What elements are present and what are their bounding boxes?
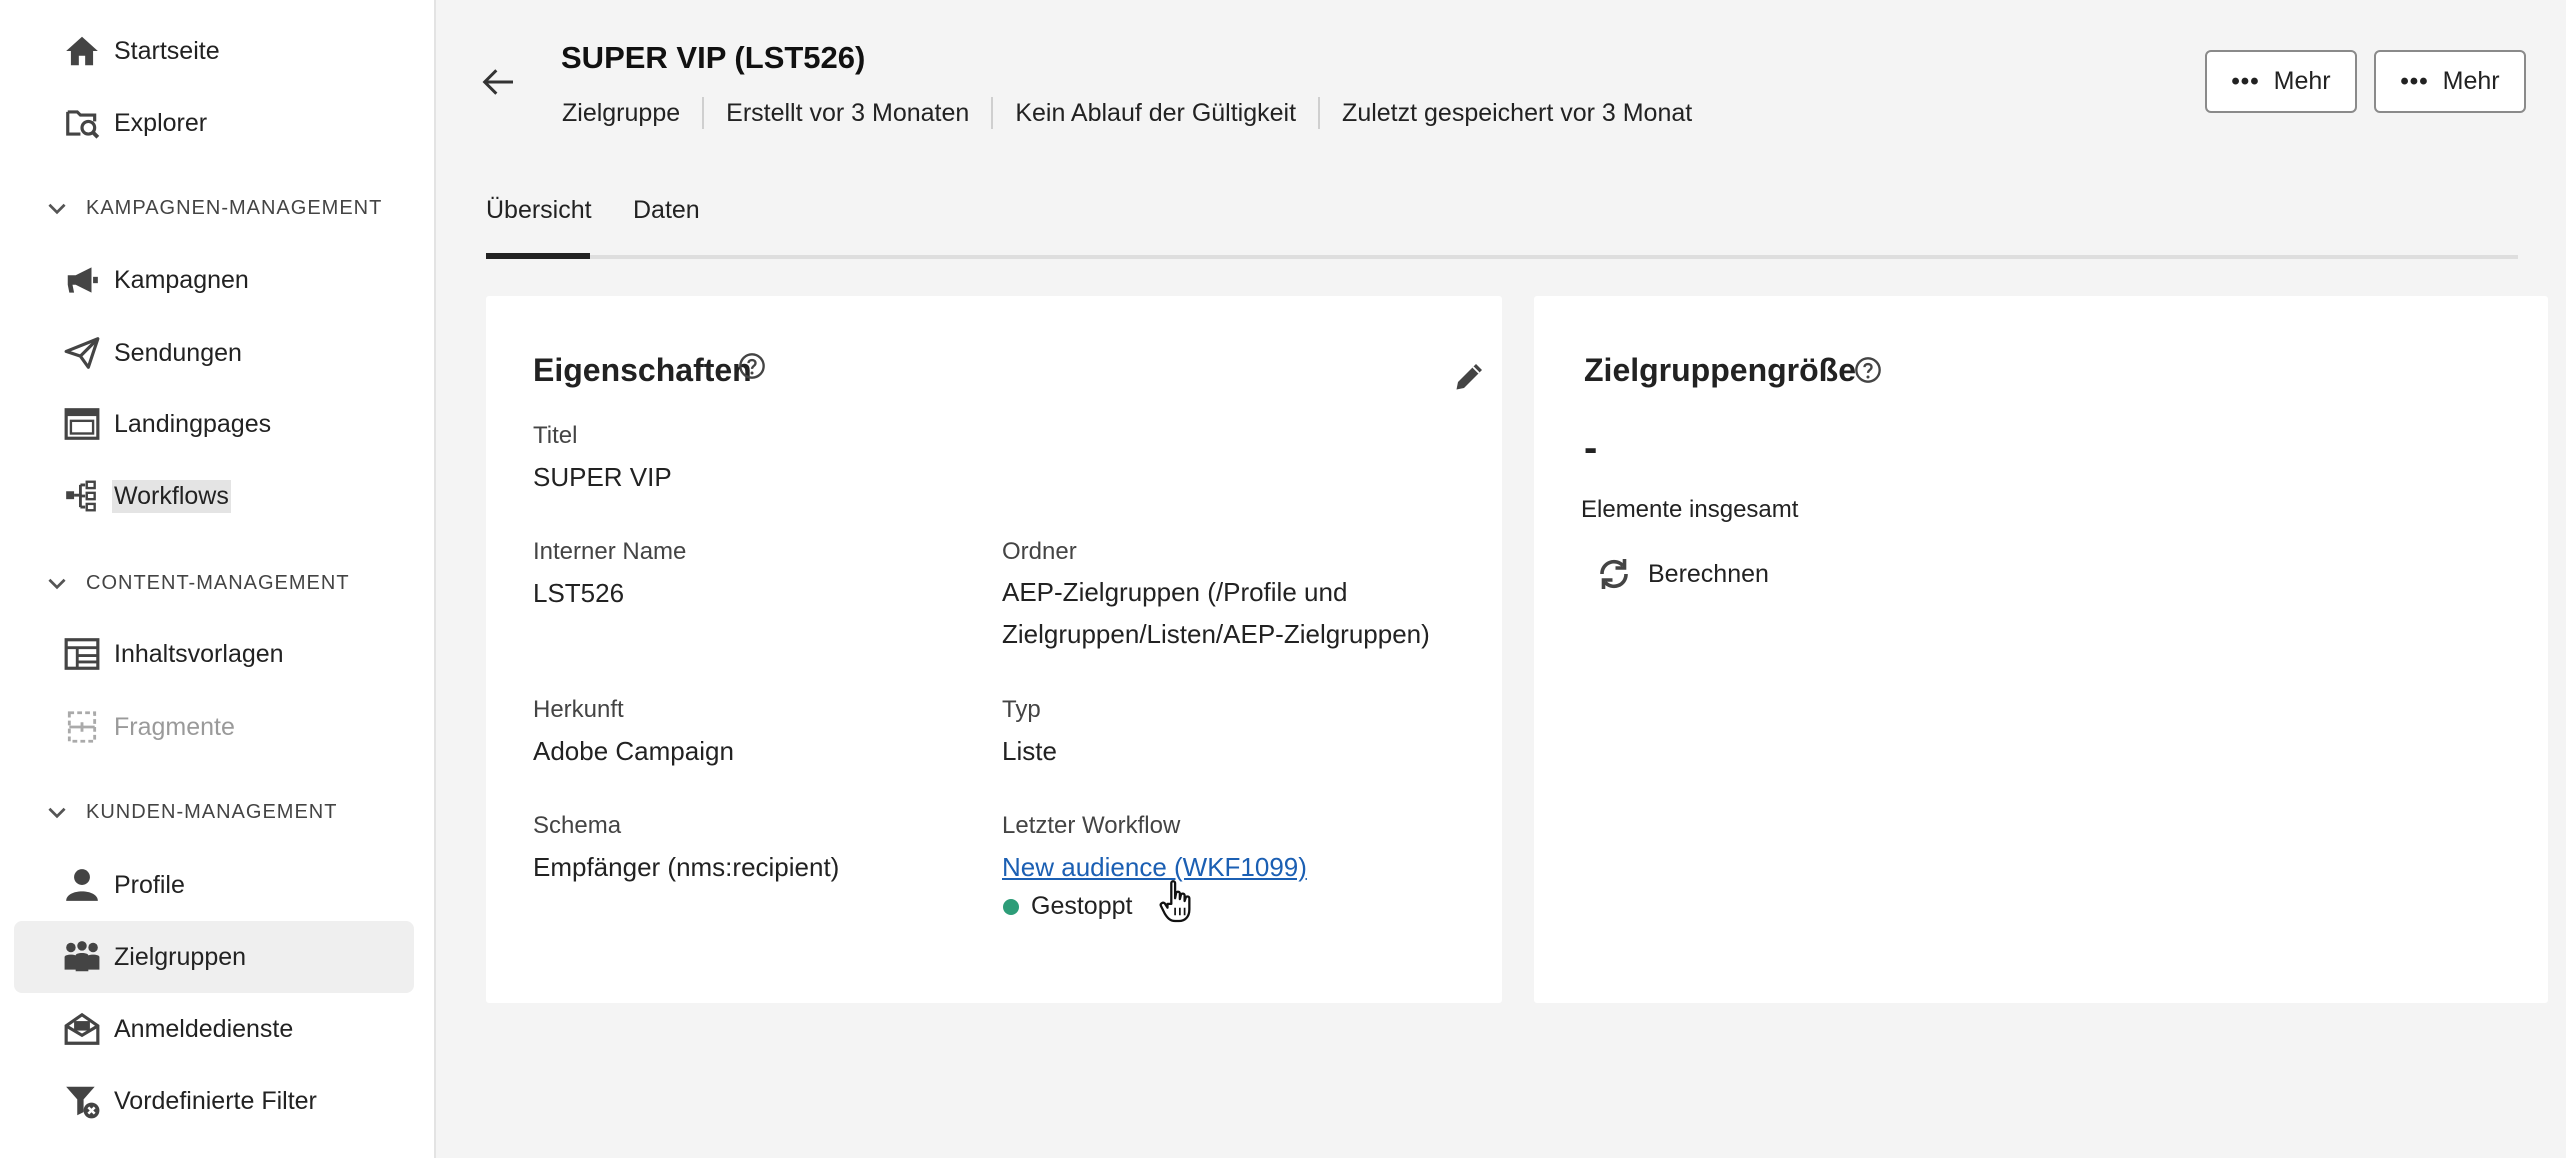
sidebar-item-label: Workflows bbox=[112, 479, 231, 513]
meta-type: Zielgruppe bbox=[562, 98, 681, 127]
paper-plane-icon bbox=[62, 333, 102, 373]
field-value-schema: Empfänger (nms:recipient) bbox=[533, 852, 840, 882]
sidebar-item-label: Sendungen bbox=[114, 338, 242, 367]
section-kampagnen-management[interactable]: KAMPAGNEN-MANAGEMENT bbox=[44, 188, 382, 228]
sidebar-item-explorer[interactable]: Explorer bbox=[14, 87, 414, 159]
tab-daten[interactable]: Daten bbox=[633, 196, 700, 225]
sidebar-item-landingpages[interactable]: Landingpages bbox=[14, 388, 414, 460]
meta-divider bbox=[991, 97, 994, 129]
tabs-divider bbox=[486, 255, 2518, 259]
more-button-label: Mehr bbox=[2442, 67, 2500, 95]
field-label-ordner: Ordner bbox=[1002, 538, 1077, 565]
field-value-titel: SUPER VIP bbox=[533, 462, 672, 492]
help-icon[interactable] bbox=[1854, 356, 1882, 384]
status-dot bbox=[1003, 899, 1019, 915]
audience-icon bbox=[62, 937, 102, 977]
sidebar-item-kampagnen[interactable]: Kampagnen bbox=[14, 244, 414, 316]
sidebar-item-startseite[interactable]: Startseite bbox=[14, 15, 414, 87]
audience-size-value: - bbox=[1584, 426, 1598, 470]
field-label-titel: Titel bbox=[533, 422, 578, 449]
more-button-label: Mehr bbox=[2273, 67, 2331, 95]
help-icon[interactable] bbox=[738, 352, 766, 380]
sidebar-item-inhaltsvorlagen[interactable]: Inhaltsvorlagen bbox=[14, 618, 414, 690]
compute-button-label: Berechnen bbox=[1648, 559, 1769, 588]
back-button[interactable] bbox=[476, 60, 520, 104]
meta-expiry: Kein Ablauf der Gültigkeit bbox=[1015, 98, 1297, 127]
sidebar-item-anmeldedienste[interactable]: Anmeldedienste bbox=[14, 993, 414, 1065]
refresh-icon bbox=[1600, 559, 1628, 589]
arrow-left-icon bbox=[482, 69, 513, 95]
audience-size-title: Zielgruppengröße bbox=[1584, 352, 1856, 388]
sidebar-item-label: Startseite bbox=[114, 36, 220, 65]
meta-created: Erstellt vor 3 Monaten bbox=[726, 98, 970, 127]
template-icon bbox=[62, 634, 102, 674]
field-label-interner-name: Interner Name bbox=[533, 538, 687, 565]
more-icon: ••• bbox=[2400, 67, 2429, 95]
sidebar-item-label: Profile bbox=[114, 870, 185, 899]
tab-uebersicht[interactable]: Übersicht bbox=[486, 196, 592, 225]
field-label-herkunft: Herkunft bbox=[533, 696, 624, 723]
megaphone-icon bbox=[62, 260, 102, 300]
sidebar-item-workflows[interactable]: Workflows bbox=[14, 460, 414, 532]
workflow-link[interactable]: New audience (WKF1099) bbox=[1002, 852, 1307, 883]
properties-card: Eigenschaften Titel SUPER VIP Interner N… bbox=[486, 296, 1502, 1003]
chevron-down-icon bbox=[48, 807, 66, 819]
active-tab-indicator bbox=[486, 253, 590, 259]
user-icon bbox=[62, 865, 102, 905]
sidebar-item-label: Fragmente bbox=[114, 712, 235, 741]
page-title: SUPER VIP (LST526) bbox=[561, 40, 866, 75]
field-value-typ: Liste bbox=[1002, 736, 1057, 766]
field-label-schema: Schema bbox=[533, 812, 622, 839]
sidebar-item-label: Vordefinierte Filter bbox=[114, 1086, 317, 1115]
sidebar: Startseite Explorer KAMPAGNEN-MANAGEMENT… bbox=[0, 0, 436, 1158]
sidebar-item-vordefinierte-filter[interactable]: Vordefinierte Filter bbox=[14, 1065, 414, 1137]
meta-divider bbox=[702, 97, 705, 129]
edit-icon[interactable] bbox=[1452, 358, 1488, 394]
field-value-interner-name: LST526 bbox=[533, 578, 625, 608]
audience-size-caption: Elemente insgesamt bbox=[1581, 496, 1799, 523]
compute-button[interactable]: Berechnen bbox=[1596, 550, 1769, 598]
sidebar-item-label: Inhaltsvorlagen bbox=[114, 639, 284, 668]
section-content-management[interactable]: CONTENT-MANAGEMENT bbox=[44, 563, 350, 603]
sidebar-item-label: Anmeldedienste bbox=[114, 1014, 294, 1043]
properties-title: Eigenschaften bbox=[533, 352, 752, 388]
sidebar-item-label: Kampagnen bbox=[114, 265, 249, 294]
section-kunden-management[interactable]: KUNDEN-MANAGEMENT bbox=[44, 792, 337, 832]
sidebar-item-fragmente[interactable]: Fragmente bbox=[14, 691, 414, 763]
hand-cursor-icon bbox=[1159, 880, 1191, 923]
sidebar-item-label: Zielgruppen bbox=[114, 942, 247, 971]
section-label: CONTENT-MANAGEMENT bbox=[86, 571, 350, 594]
meta-saved: Zuletzt gespeichert vor 3 Monat bbox=[1342, 98, 1693, 127]
workflow-status: Gestoppt bbox=[1031, 892, 1133, 920]
workflow-icon bbox=[62, 476, 102, 516]
sidebar-item-label: Landingpages bbox=[114, 409, 272, 438]
sidebar-item-profile[interactable]: Profile bbox=[14, 849, 414, 921]
meta-divider bbox=[1318, 97, 1321, 129]
subscription-icon bbox=[62, 1009, 102, 1049]
explorer-icon bbox=[62, 103, 102, 143]
field-value-ordner: AEP-Zielgruppen (/Profile und Zielgruppe… bbox=[1002, 577, 1430, 649]
filter-icon bbox=[62, 1081, 102, 1121]
home-icon bbox=[62, 31, 102, 71]
window-icon bbox=[62, 404, 102, 444]
more-icon: ••• bbox=[2231, 67, 2260, 95]
sidebar-item-zielgruppen[interactable]: Zielgruppen bbox=[14, 921, 414, 993]
more-button[interactable]: ••• Mehr bbox=[2374, 50, 2526, 113]
chevron-down-icon bbox=[48, 578, 66, 590]
sidebar-item-sendungen[interactable]: Sendungen bbox=[14, 317, 414, 389]
more-button[interactable]: ••• Mehr bbox=[2205, 50, 2357, 113]
section-label: KAMPAGNEN-MANAGEMENT bbox=[86, 196, 383, 219]
audience-size-card: Zielgruppengröße - Elemente insgesamt Be… bbox=[1534, 296, 2548, 1003]
field-label-letzter-workflow: Letzter Workflow bbox=[1002, 812, 1181, 839]
section-label: KUNDEN-MANAGEMENT bbox=[86, 800, 338, 823]
page-meta: Zielgruppe Erstellt vor 3 Monaten Kein A… bbox=[562, 96, 1692, 130]
field-value-herkunft: Adobe Campaign bbox=[533, 736, 734, 766]
fragment-icon bbox=[62, 707, 102, 747]
field-label-typ: Typ bbox=[1002, 696, 1041, 723]
sidebar-item-label: Explorer bbox=[114, 108, 208, 137]
chevron-down-icon bbox=[48, 203, 66, 215]
